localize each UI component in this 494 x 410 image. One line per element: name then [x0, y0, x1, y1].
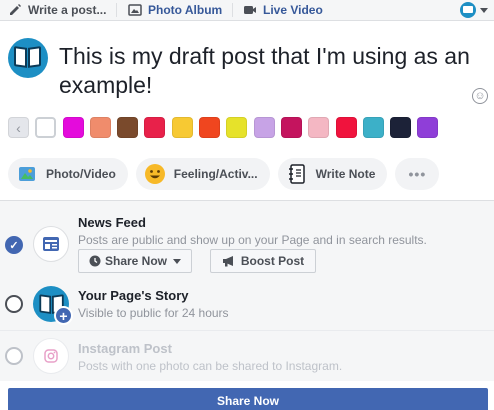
swatch-item[interactable]: [144, 117, 166, 138]
book-icon: [14, 46, 42, 69]
instagram-checkbox[interactable]: [5, 347, 23, 365]
tab-write-post[interactable]: Write a post...: [8, 2, 106, 18]
swatch-item[interactable]: [253, 117, 275, 138]
emoji-smiley-icon[interactable]: ☺: [472, 88, 488, 104]
page-avatar: [460, 2, 476, 18]
share-now-dropdown-label: Share Now: [104, 254, 167, 268]
swatch-item[interactable]: [417, 117, 439, 138]
swatch-item[interactable]: [362, 117, 384, 138]
tab-divider: [232, 3, 233, 17]
swatch-item[interactable]: [117, 117, 139, 138]
more-dots-icon: •••: [408, 166, 427, 182]
more-actions-button[interactable]: •••: [395, 158, 440, 190]
tab-divider: [116, 3, 117, 17]
page-story-description: Visible to public for 24 hours: [78, 306, 229, 320]
plus-icon: +: [54, 306, 73, 325]
page-story-avatar: +: [33, 286, 73, 325]
news-feed-title: News Feed: [78, 215, 146, 230]
write-note-label: Write Note: [315, 167, 376, 181]
swatch-item[interactable]: [35, 117, 57, 138]
boost-post-button[interactable]: Boost Post: [210, 249, 316, 273]
tab-photo-album-label: Photo Album: [148, 3, 223, 17]
news-feed-icon: [33, 226, 69, 262]
swatch-item[interactable]: [171, 117, 193, 138]
composer-tabs: Write a post... Photo Album Live Video: [0, 0, 494, 21]
tab-live-video[interactable]: Live Video: [243, 2, 323, 18]
video-camera-icon: [243, 3, 257, 17]
composer-page-avatar: [8, 38, 48, 78]
share-now-dropdown[interactable]: Share Now: [78, 249, 192, 273]
feeling-activity-button[interactable]: Feeling/Activ...: [135, 158, 270, 190]
destination-page-story: + Your Page's Story Visible to public fo…: [0, 285, 494, 331]
tab-write-post-label: Write a post...: [28, 3, 107, 17]
section-divider: [0, 330, 494, 331]
feeling-activity-label: Feeling/Activ...: [173, 167, 258, 181]
notebook-icon: [286, 163, 308, 185]
page-account-switcher[interactable]: [460, 2, 488, 18]
chevron-down-icon: [173, 258, 181, 264]
destination-news-feed: ✓ News Feed Posts are public and show up…: [0, 212, 494, 278]
write-note-button[interactable]: Write Note: [277, 158, 388, 190]
megaphone-icon: [222, 256, 233, 267]
photo-video-label: Photo/Video: [46, 167, 116, 181]
news-feed-description: Posts are public and show up on your Pag…: [78, 233, 427, 247]
swatch-item[interactable]: [89, 117, 111, 138]
background-color-picker: ‹: [8, 117, 445, 138]
instagram-title: Instagram Post: [78, 341, 172, 356]
post-text-input[interactable]: This is my draft post that I'm using as …: [59, 42, 479, 100]
swatch-item[interactable]: [280, 117, 302, 138]
instagram-icon: [33, 338, 69, 374]
swatch-item[interactable]: [308, 117, 330, 138]
instagram-description: Posts with one photo can be shared to In…: [78, 359, 343, 373]
boost-post-label: Boost Post: [240, 254, 305, 268]
swatch-item[interactable]: [390, 117, 412, 138]
destination-instagram: Instagram Post Posts with one photo can …: [0, 338, 494, 378]
photo-album-icon: [128, 3, 142, 17]
clock-icon: [89, 255, 101, 267]
tab-live-video-label: Live Video: [263, 3, 323, 17]
swatch-item[interactable]: [199, 117, 221, 138]
chevron-down-icon: [480, 7, 488, 13]
pencil-icon: [8, 3, 22, 17]
swatch-item[interactable]: [226, 117, 248, 138]
photo-video-button[interactable]: Photo/Video: [8, 158, 128, 190]
smiley-icon: [144, 163, 166, 185]
swatch-item[interactable]: [335, 117, 357, 138]
page-story-checkbox[interactable]: [5, 295, 23, 313]
share-now-button[interactable]: Share Now: [8, 388, 488, 410]
tab-photo-album[interactable]: Photo Album: [128, 2, 222, 18]
news-feed-checkbox[interactable]: ✓: [5, 236, 23, 254]
swatch-prev-button[interactable]: ‹: [8, 117, 29, 138]
photo-icon: [16, 163, 38, 185]
composer-actions: Photo/Video Feeling/Activ... Write Note …: [8, 158, 447, 190]
swatch-item[interactable]: [62, 117, 84, 138]
page-story-title: Your Page's Story: [78, 288, 189, 303]
